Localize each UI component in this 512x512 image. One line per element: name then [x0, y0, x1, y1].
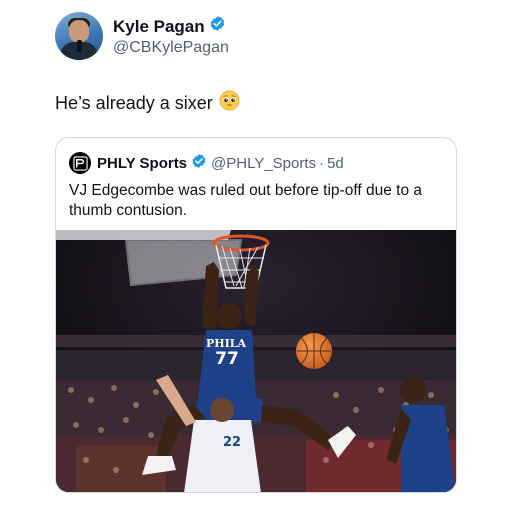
quoted-post-card[interactable]: PHLY Sports @PHLY_Sports · 5d VJ Edgecom…	[55, 137, 457, 493]
verified-badge-icon	[191, 153, 207, 173]
quoted-post-text: VJ Edgecombe was ruled out before tip-of…	[69, 182, 422, 219]
quoted-post-header: PHLY Sports @PHLY_Sports · 5d	[69, 152, 344, 174]
avatar[interactable]	[55, 12, 103, 60]
jersey-number-text: 77	[215, 349, 239, 369]
tweet-body: He’s already a sixer	[55, 92, 213, 113]
quoted-timestamp[interactable]: 5d	[327, 155, 344, 172]
quoted-author-display-name[interactable]: PHLY Sports	[97, 155, 187, 172]
pleading-face-emoji-icon	[219, 90, 240, 116]
author-handle[interactable]: @CBKylePagan	[113, 39, 229, 57]
quoted-post-image[interactable]: PHILA 77 22	[56, 230, 456, 492]
phly-logo-icon[interactable]	[69, 152, 91, 174]
verified-badge-icon	[209, 15, 226, 37]
tweet-text: He’s already a sixer	[55, 90, 240, 116]
separator-dot: ·	[319, 154, 325, 172]
quoted-author-handle[interactable]: @PHLY_Sports	[211, 155, 316, 172]
author-display-name[interactable]: Kyle Pagan	[113, 17, 205, 37]
defender-jersey-number: 22	[223, 435, 241, 450]
post-header: Kyle Pagan @CBKylePagan	[55, 12, 229, 60]
